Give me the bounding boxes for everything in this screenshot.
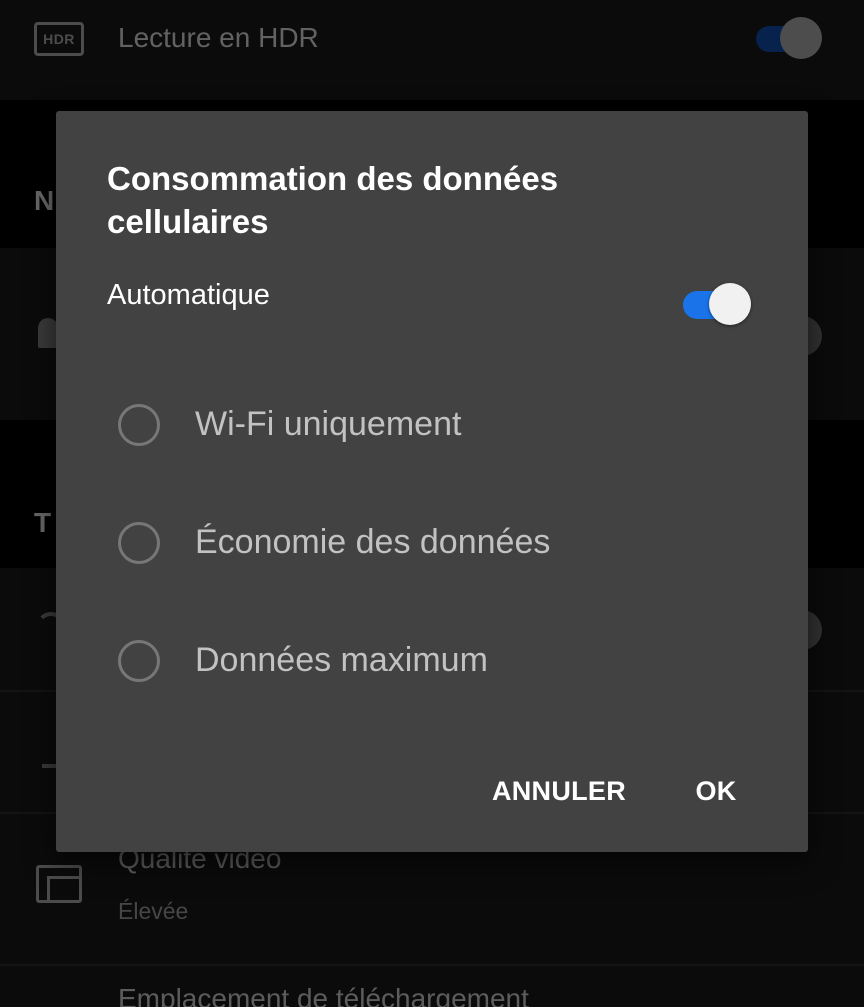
radio-button[interactable] xyxy=(118,640,160,682)
option-label: Wi-Fi uniquement xyxy=(195,405,462,443)
ok-button[interactable]: OK xyxy=(688,770,744,812)
automatic-toggle[interactable] xyxy=(683,283,753,325)
option-maximum-data[interactable]: Données maximum xyxy=(116,631,756,691)
cancel-button[interactable]: ANNULER xyxy=(488,770,630,812)
cellular-data-dialog: Consommation des données cellulaires Aut… xyxy=(56,111,808,852)
automatic-toggle-thumb xyxy=(709,283,751,325)
automatic-label: Automatique xyxy=(107,279,270,311)
radio-button[interactable] xyxy=(118,522,160,564)
option-label: Économie des données xyxy=(195,523,551,561)
option-label: Données maximum xyxy=(195,641,488,679)
radio-button[interactable] xyxy=(118,404,160,446)
option-wifi-only[interactable]: Wi-Fi uniquement xyxy=(116,395,756,455)
dialog-title: Consommation des données cellulaires xyxy=(107,160,559,240)
option-data-saver[interactable]: Économie des données xyxy=(116,513,756,573)
settings-screen: HDR Lecture en HDR N T Qualité vidéo Éle… xyxy=(0,0,864,1007)
